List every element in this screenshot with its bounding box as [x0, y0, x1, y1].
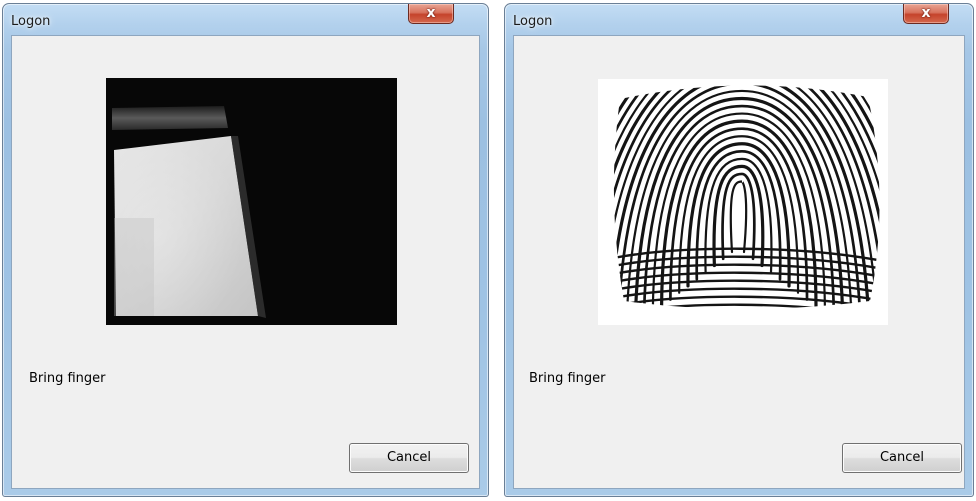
status-message: Bring finger — [29, 371, 106, 386]
logon-dialog-1: Logon x Bring finger Cancel — [2, 3, 489, 497]
window-title: Logon — [513, 14, 553, 29]
fingerprint-image — [598, 79, 888, 325]
title-bar[interactable]: Logon x — [3, 4, 488, 34]
dialog-body: Bring finger Cancel — [11, 35, 480, 489]
close-button[interactable]: x — [408, 4, 454, 24]
fingerprint-icon — [598, 79, 888, 325]
window-title: Logon — [11, 14, 51, 29]
status-message: Bring finger — [529, 371, 606, 386]
close-button[interactable]: x — [903, 4, 949, 24]
dark-sensor-image — [106, 78, 397, 325]
logon-dialog-2: Logon x Bring finger Cancel — [504, 3, 974, 497]
title-bar[interactable]: Logon x — [505, 4, 973, 34]
sensor-preview-image — [106, 78, 397, 325]
cancel-button[interactable]: Cancel — [349, 443, 469, 473]
dialog-body: Bring finger Cancel — [513, 35, 965, 489]
cancel-button[interactable]: Cancel — [842, 443, 962, 473]
